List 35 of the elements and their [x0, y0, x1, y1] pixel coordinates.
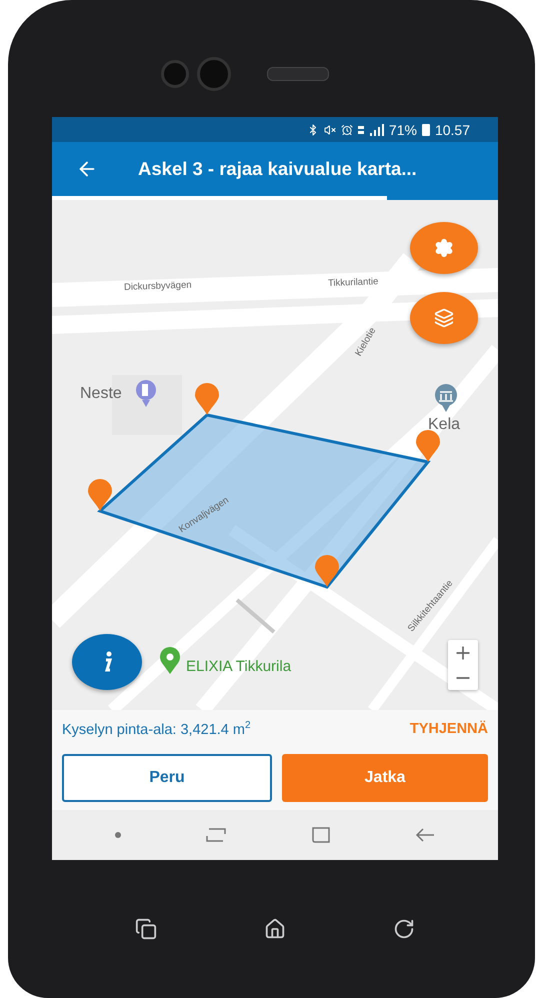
- battery-icon: [422, 123, 430, 136]
- signal-icon: [358, 124, 384, 136]
- location-pin-icon: [160, 647, 180, 674]
- layers-icon: [434, 308, 454, 328]
- building-icon: [435, 384, 457, 412]
- cancel-button[interactable]: Peru: [62, 754, 272, 802]
- place-label: Kela: [428, 416, 460, 434]
- zoom-control[interactable]: [448, 640, 478, 690]
- street-label: Tikkurilantie: [328, 276, 378, 289]
- area-text: Kyselyn pinta-ala: 3,421.4 m$^{2}$: [62, 720, 251, 738]
- camera-icon: [197, 56, 231, 90]
- map-pin[interactable]: [416, 430, 440, 462]
- recents-key-icon[interactable]: [135, 918, 158, 940]
- recents-icon[interactable]: [205, 827, 228, 843]
- home-square-icon[interactable]: [310, 826, 331, 844]
- street-label: Dickursbyvägen: [124, 280, 192, 293]
- sensor-icon: [161, 60, 189, 88]
- continue-button[interactable]: Jatka: [282, 754, 488, 802]
- mute-icon: [324, 124, 336, 136]
- dot-icon[interactable]: [114, 831, 122, 839]
- map-pin[interactable]: [88, 479, 112, 511]
- layers-button[interactable]: [410, 292, 478, 344]
- speaker-grille: [267, 66, 329, 80]
- place-label: Neste: [80, 385, 122, 403]
- alarm-icon: [340, 124, 353, 136]
- clock-time: 10.57: [434, 122, 470, 138]
- info-button[interactable]: [72, 634, 142, 690]
- back-icon[interactable]: [414, 827, 436, 843]
- fuel-station-icon: [136, 380, 156, 407]
- place-label: ELIXIA Tikkurila: [186, 658, 292, 675]
- home-key-icon[interactable]: [264, 918, 286, 940]
- battery-percent: 71%: [388, 122, 417, 138]
- page-title: Askel 3 - rajaa kaivualue karta...: [138, 158, 417, 180]
- settings-button[interactable]: [410, 222, 478, 274]
- map-pin[interactable]: [315, 555, 339, 587]
